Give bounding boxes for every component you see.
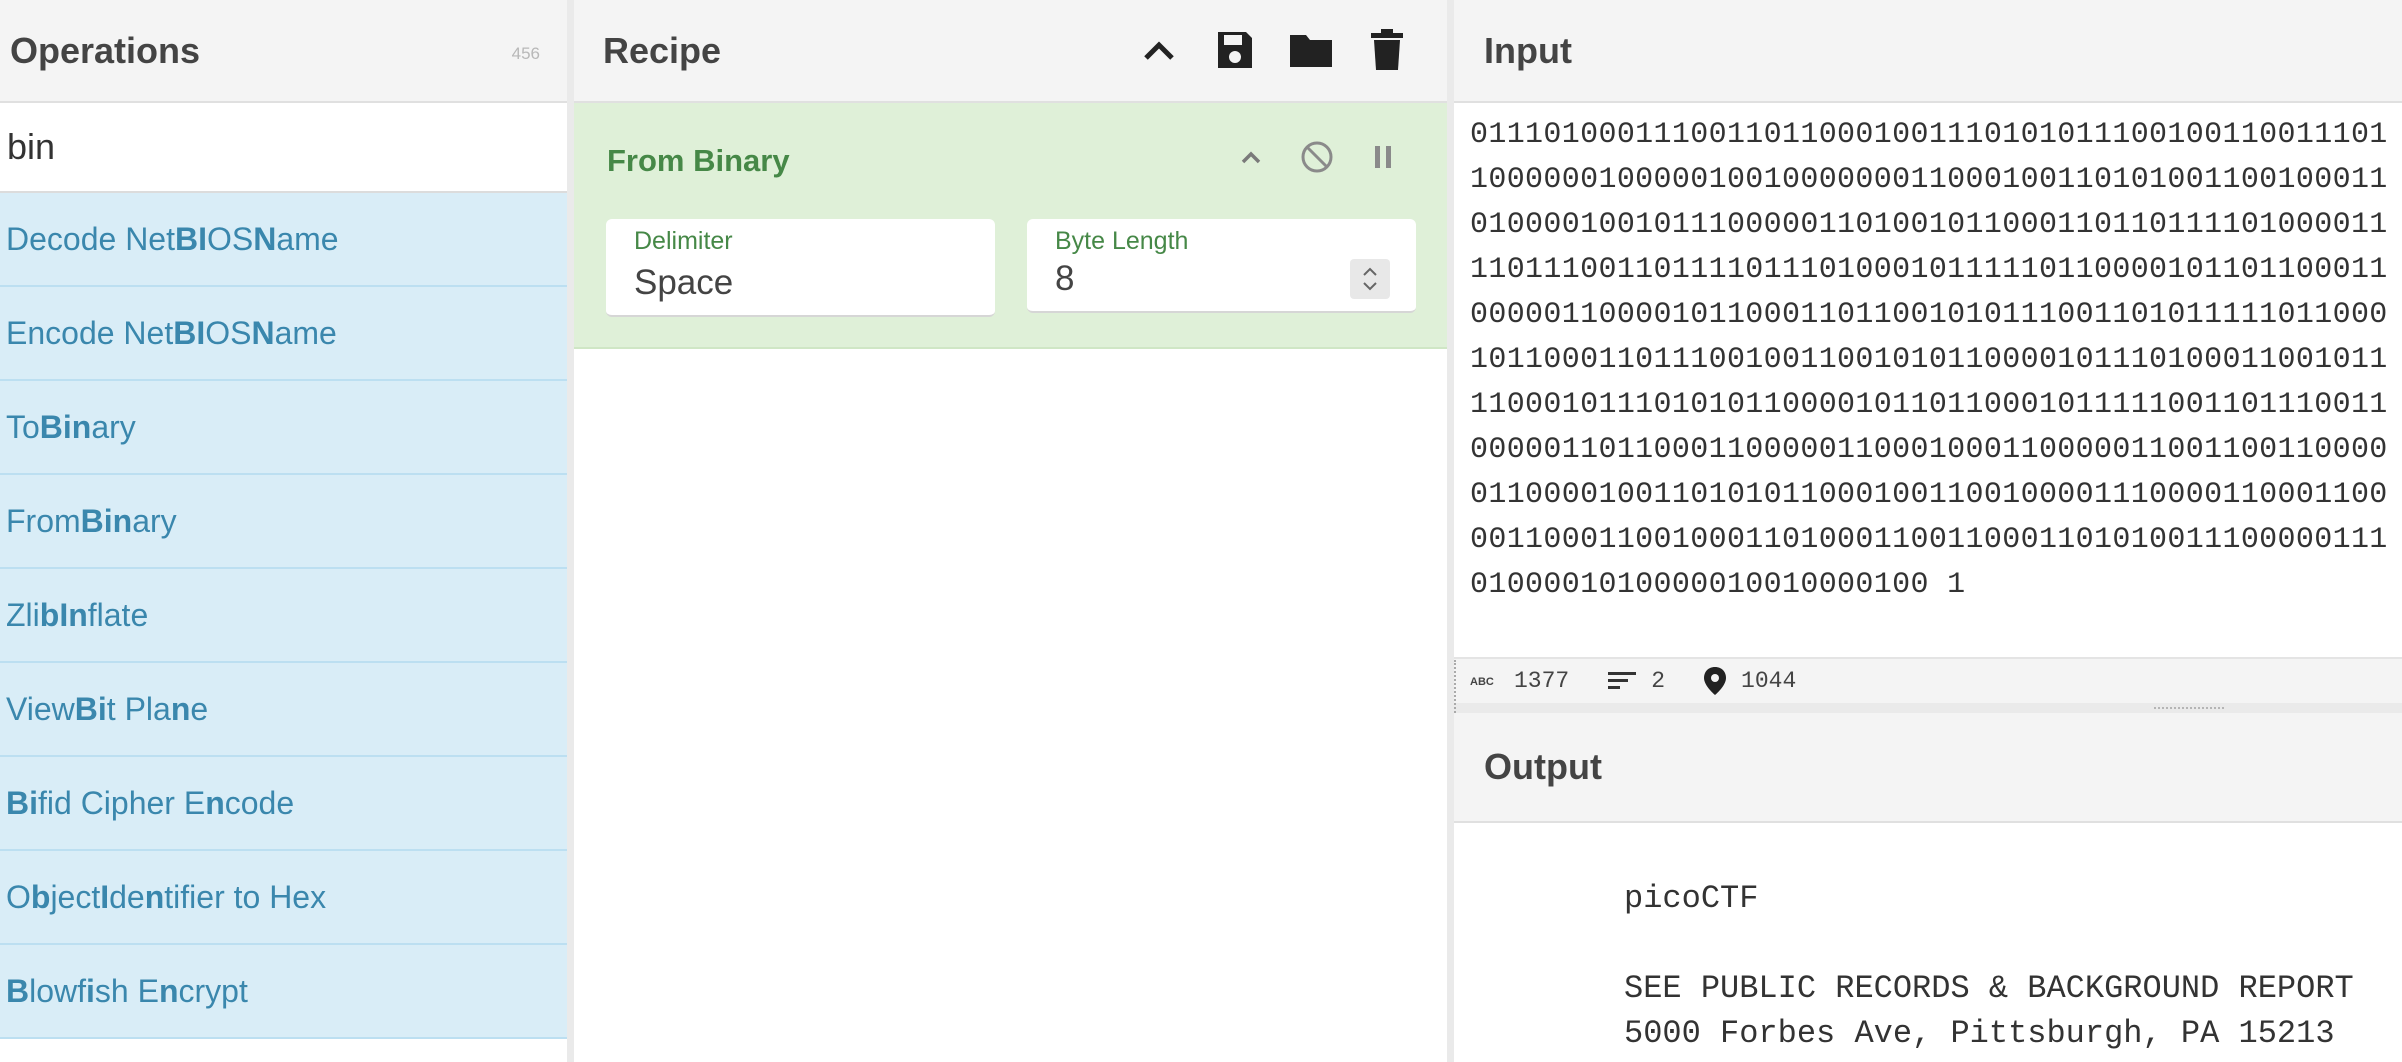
stepper-arrows-icon — [1363, 267, 1377, 291]
input-line: 1011000110111001001100101011000010111010… — [1470, 343, 2388, 377]
io-panel: Input 0111010001110011011000100111010101… — [1454, 0, 2402, 1062]
location-pin-icon — [1704, 667, 1727, 695]
input-line: 1000000100000100100000001100010011010100… — [1470, 163, 2388, 197]
save-recipe-button[interactable] — [1211, 26, 1259, 74]
operation-disable-button[interactable] — [1297, 137, 1337, 177]
chevron-up-icon — [1144, 41, 1174, 60]
input-line: 0100001010000010010000100 1 — [1470, 568, 1966, 602]
operations-count: 456 — [511, 44, 540, 63]
recipe-panel: Recipe From Binary Delimiter Space Byte … — [574, 0, 1447, 1062]
output-title: Output — [1484, 746, 1602, 787]
operation-breakpoint-button[interactable] — [1363, 137, 1403, 177]
operation-item[interactable]: To Bin ary — [0, 381, 567, 475]
input-line: 0111010001110011011000100111010101110010… — [1470, 118, 2388, 152]
input-length-stat: ABC 1377 — [1470, 668, 1569, 694]
delimiter-field[interactable]: Delimiter Space — [606, 219, 995, 317]
input-line: 0000011011000110000011000100011000001100… — [1470, 433, 2388, 467]
io-split-handle[interactable] — [1454, 703, 2402, 713]
operations-search — [0, 103, 567, 193]
byte-length-value[interactable]: 8 — [1055, 259, 1074, 299]
output-line: picoCTF — [1624, 880, 1759, 917]
save-icon — [1218, 32, 1252, 68]
abc-icon: ABC — [1470, 676, 1494, 687]
input-line: 0110000100110101011000100110010000111000… — [1470, 478, 2388, 512]
recipe-title: Recipe — [603, 29, 722, 71]
output-text-area[interactable]: picoCTF SEE PUBLIC RECORDS & BACKGROUND R… — [1454, 823, 2402, 1062]
trash-icon — [1371, 29, 1403, 70]
byte-length-stepper[interactable] — [1350, 259, 1390, 299]
input-position-value: 1044 — [1741, 668, 1797, 694]
operation-item[interactable]: Blowf i sh En crypt — [0, 945, 567, 1039]
input-text-area[interactable]: 0111010001110011011000100111010101110010… — [1454, 103, 2402, 655]
recipe-collapse-button[interactable] — [1135, 26, 1183, 74]
input-line: 1101110011011110111010001011111011000010… — [1470, 253, 2388, 287]
input-line: 0011000110010001101000110011000110101001… — [1470, 523, 2388, 557]
input-lines-value: 2 — [1651, 668, 1666, 694]
output-line: SEE PUBLIC RECORDS & BACKGROUND REPORT — [1624, 970, 2354, 1007]
byte-length-field[interactable]: Byte Length 8 — [1027, 219, 1416, 313]
operations-title: Operations — [10, 29, 201, 71]
input-line: 0100001001011100000110100101100011011011… — [1470, 208, 2388, 242]
input-title: Input — [1484, 29, 1572, 71]
operation-item[interactable]: Encode Net BI OS Name — [0, 287, 567, 381]
input-lines-stat: 2 — [1607, 668, 1665, 694]
operations-panel: Operations 456 Decode NetBIOS NameEncode… — [0, 0, 567, 1062]
chevron-up-icon — [1241, 151, 1261, 164]
input-line: 0000011000010110001101100101011100110101… — [1470, 298, 2388, 332]
recipe-header: Recipe — [574, 0, 1447, 103]
column-divider-right[interactable] — [1447, 0, 1454, 1062]
recipe-operation-from-binary[interactable]: From Binary Delimiter Space Byte Length … — [574, 103, 1447, 349]
operation-item[interactable]: Bi fid Cipher En code — [0, 757, 567, 851]
input-length-value: 1377 — [1514, 668, 1570, 694]
input-position-stat: 1044 — [1703, 666, 1796, 696]
operation-item[interactable]: From Bin ary — [0, 475, 567, 569]
pause-icon — [1375, 146, 1391, 168]
operation-controls — [1231, 137, 1403, 177]
operation-item[interactable]: Zli b In flate — [0, 569, 567, 663]
delimiter-value[interactable]: Space — [634, 263, 733, 303]
input-header: Input — [1454, 0, 2402, 103]
svg-text:ABC: ABC — [1470, 676, 1494, 687]
recipe-operation-title: From Binary — [607, 143, 790, 178]
operations-list: Decode Net BI OS Name Encode Net BI OS Name To… — [0, 193, 567, 1039]
output-header: Output — [1454, 713, 2402, 823]
output-line: 5000 Forbes Ave, Pittsburgh, PA 15213 — [1624, 1015, 2335, 1052]
clear-recipe-button[interactable] — [1363, 26, 1411, 74]
recipe-controls — [1135, 26, 1411, 74]
folder-icon — [1290, 35, 1332, 67]
operation-collapse-button[interactable] — [1231, 137, 1271, 177]
operations-header: Operations 456 — [0, 0, 567, 103]
disable-icon — [1301, 141, 1333, 173]
operations-search-input[interactable] — [7, 126, 567, 168]
byte-length-label: Byte Length — [1055, 227, 1189, 255]
split-grip — [2154, 707, 2224, 709]
operation-item[interactable]: Decode Net BI OS Name — [0, 193, 567, 287]
lines-icon — [1608, 672, 1637, 689]
load-recipe-button[interactable] — [1287, 26, 1335, 74]
input-line: 1100010111010101100001011011000101111100… — [1470, 388, 2388, 422]
column-divider-left[interactable] — [567, 0, 574, 1062]
input-status-bar: ABC 1377 2 1044 — [1454, 657, 2402, 703]
operation-item[interactable]: View Bi t Pla n e — [0, 663, 567, 757]
delimiter-label: Delimiter — [634, 227, 733, 255]
operation-item[interactable]: Ob ject Ide n tifier to Hex — [0, 851, 567, 945]
